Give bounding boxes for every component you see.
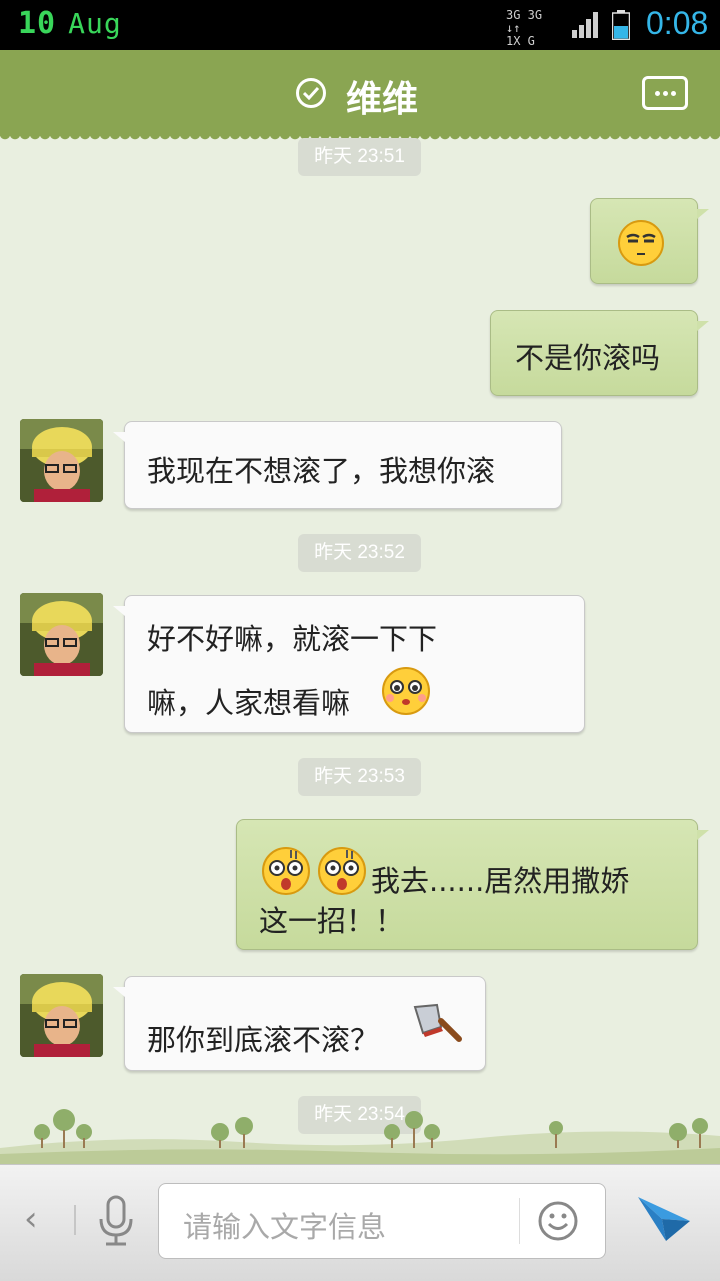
status-date: 10 Aug — [18, 6, 122, 41]
message-text: 那你到底滚不滚？ — [147, 1023, 380, 1057]
pleading-face-icon — [382, 667, 430, 715]
message-text-line: 好不好嘛，就滚一下下 — [147, 622, 438, 656]
chat-title: 维维 — [346, 79, 419, 120]
message-bubble-outgoing[interactable] — [590, 198, 709, 284]
message-bubble-outgoing[interactable]: 我去......居然用撒娇 这一招！！ — [236, 819, 709, 950]
status-day: 10 — [18, 6, 57, 41]
more-options-icon[interactable] — [642, 76, 688, 110]
battery-icon — [612, 10, 630, 40]
timestamp: 昨天 23:53 — [298, 758, 421, 796]
shocked-face-icon — [262, 847, 310, 895]
message-bubble-incoming[interactable]: 我现在不想滚了，我想你滚 — [113, 421, 562, 509]
divider — [519, 1198, 520, 1244]
contact-photo — [20, 974, 103, 1057]
message-input-bar: ‹ 请输入文字信息 — [0, 1164, 720, 1281]
smug-face-icon — [618, 220, 664, 266]
divider — [74, 1205, 76, 1235]
message-text-line: 我去......居然用撒娇 — [371, 864, 630, 898]
avatar[interactable] — [20, 974, 103, 1057]
network-type-label-2: 1X G — [506, 34, 535, 48]
cleaver-icon — [413, 1003, 462, 1042]
timestamp: 昨天 23:52 — [298, 534, 421, 572]
contact-photo — [20, 419, 103, 502]
avatar[interactable] — [20, 593, 103, 676]
status-month: Aug — [68, 7, 122, 40]
chat-header: 维维 — [0, 50, 720, 144]
input-placeholder: 请输入文字信息 — [183, 1210, 387, 1244]
message-bubble-incoming[interactable]: 好不好嘛，就滚一下下 嘛，人家想看嘛 — [113, 595, 585, 733]
signal-icon — [572, 12, 598, 38]
status-time: 0:08 — [646, 5, 709, 41]
message-bubble-incoming[interactable]: 那你到底滚不滚？ — [113, 976, 486, 1071]
message-text-line: 这一招！！ — [259, 904, 405, 938]
status-bar: 10 Aug 3G 3G ↓↑ 1X G 0:08 — [0, 0, 720, 50]
contact-photo — [20, 593, 103, 676]
message-text: 我现在不想滚了，我想你滚 — [147, 454, 496, 488]
timestamp: 昨天 23:51 — [298, 138, 421, 176]
message-text-line: 嘛，人家想看嘛 — [147, 686, 351, 720]
emoji-picker-icon[interactable] — [537, 1200, 579, 1242]
shocked-face-icon — [318, 847, 366, 895]
message-input[interactable]: 请输入文字信息 — [158, 1183, 606, 1259]
microphone-icon[interactable] — [96, 1195, 136, 1247]
network-indicator: 3G 3G ↓↑ 1X G — [506, 9, 542, 48]
avatar[interactable] — [20, 419, 103, 502]
back-arrow-icon[interactable]: ‹ — [24, 1199, 38, 1239]
message-text: 不是你滚吗 — [515, 341, 661, 375]
scenery-decoration — [0, 1109, 720, 1164]
check-icon — [296, 78, 326, 108]
message-bubble-outgoing[interactable]: 不是你滚吗 — [490, 310, 709, 396]
send-icon[interactable] — [636, 1195, 692, 1245]
